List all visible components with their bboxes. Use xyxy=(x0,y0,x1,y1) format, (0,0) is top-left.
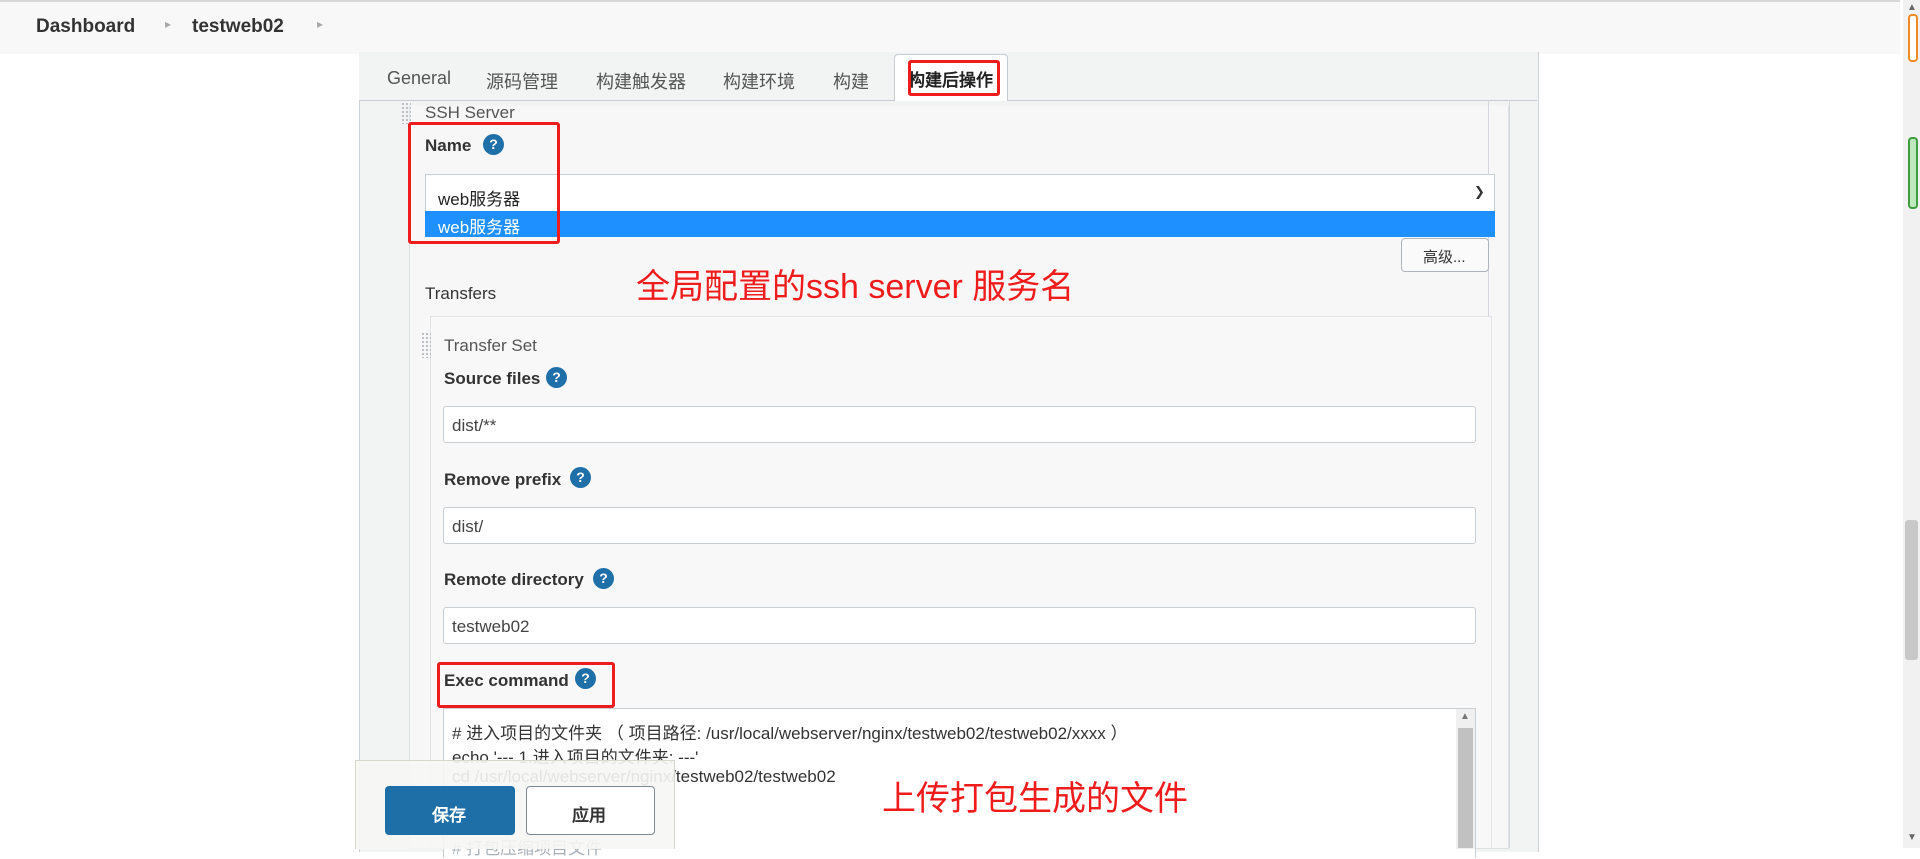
tab-build-triggers[interactable]: 构建触发器 xyxy=(596,68,686,94)
drag-handle-icon[interactable] xyxy=(401,102,411,124)
scrollbar-marker xyxy=(1908,137,1918,209)
highlight-box xyxy=(908,60,1000,96)
source-files-label: Source files xyxy=(444,369,541,388)
transfers-label: Transfers xyxy=(425,284,497,303)
chevron-right-icon[interactable]: ▸ xyxy=(165,17,171,31)
exec-command-line: # 进入项目的文件夹 （ 项目路径: /usr/local/webserver/… xyxy=(452,724,1128,743)
chevron-down-icon[interactable]: ❯ xyxy=(1474,184,1485,200)
breadcrumb-dashboard-link[interactable]: Dashboard xyxy=(36,16,135,38)
annotation-server-note: 全局配置的ssh server 服务名 xyxy=(636,268,1075,306)
tab-build-environment[interactable]: 构建环境 xyxy=(723,68,795,94)
scroll-up-arrow-icon[interactable]: ▲ xyxy=(1907,2,1917,13)
ssh-server-label: SSH Server xyxy=(425,103,515,122)
source-files-input[interactable]: dist/** xyxy=(443,406,1476,443)
tab-build[interactable]: 构建 xyxy=(833,68,869,94)
textarea-scrollbar-thumb[interactable] xyxy=(1458,728,1473,848)
help-circle-icon[interactable]: ? xyxy=(570,467,591,488)
section-divider xyxy=(1509,100,1510,848)
apply-button-label: 应用 xyxy=(572,806,606,825)
remote-directory-input[interactable]: testweb02 xyxy=(443,607,1476,644)
help-circle-icon[interactable]: ? xyxy=(593,568,614,589)
chevron-right-icon[interactable]: ▸ xyxy=(317,17,323,31)
breadcrumb xyxy=(0,0,1900,54)
scroll-up-arrow-icon[interactable]: ▲ xyxy=(1460,711,1470,722)
drag-handle-icon[interactable] xyxy=(421,332,431,358)
dropdown-option[interactable] xyxy=(425,211,1495,237)
highlight-box xyxy=(408,122,560,244)
save-button-label: 保存 xyxy=(432,806,466,825)
remove-prefix-label: Remove prefix xyxy=(444,470,562,489)
scrollbar-marker xyxy=(1908,14,1918,62)
advanced-button-label: 高级... xyxy=(1423,249,1466,266)
server-name-select[interactable] xyxy=(425,174,1495,214)
page-scrollbar[interactable] xyxy=(1903,0,1920,848)
page-scrollbar-thumb[interactable] xyxy=(1905,520,1918,660)
remote-directory-label: Remote directory xyxy=(444,570,584,589)
help-circle-icon[interactable]: ? xyxy=(546,367,567,388)
transfer-set-label: Transfer Set xyxy=(444,336,537,355)
annotation-upload-note: 上传打包生成的文件 xyxy=(882,780,1188,818)
remove-prefix-input[interactable]: dist/ xyxy=(443,507,1476,544)
highlight-box xyxy=(437,662,615,708)
scroll-down-arrow-icon[interactable]: ▼ xyxy=(1907,832,1917,843)
tab-general[interactable]: General xyxy=(387,68,451,89)
breadcrumb-project-link[interactable]: testweb02 xyxy=(192,16,284,38)
tab-source-control[interactable]: 源码管理 xyxy=(486,68,558,94)
